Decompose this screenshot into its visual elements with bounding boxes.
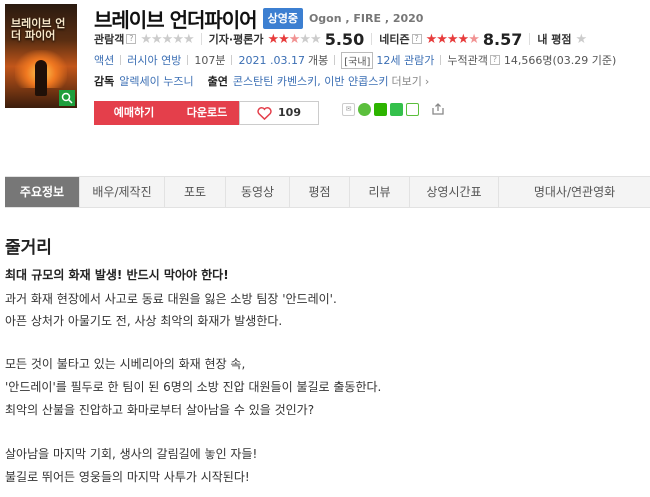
audience-rating-label: 관람객: [94, 33, 125, 46]
help-icon[interactable]: ?: [411, 34, 422, 44]
grade-link[interactable]: 12세 관람가: [376, 52, 434, 68]
poster-figure-art: [35, 60, 47, 96]
naver-share-icon[interactable]: [374, 102, 387, 116]
status-badge: 상영중: [262, 7, 303, 29]
zoom-icon[interactable]: [59, 90, 75, 106]
plot-line: 최악의 산불을 진압하고 화마로부터 살아남을 수 있을 것인가?: [5, 403, 315, 417]
tab-quotes-related[interactable]: 명대사/연관영화: [499, 177, 650, 207]
help-icon[interactable]: ?: [126, 34, 137, 44]
my-rating-label: 내 평점: [537, 33, 572, 46]
plot-heading: 줄거리: [5, 238, 52, 258]
audience-stars: ★★★★★: [140, 31, 194, 47]
cast-label: 출연: [207, 75, 228, 88]
tab-main-info[interactable]: 주요정보: [5, 177, 80, 207]
genre-link[interactable]: 액션: [94, 52, 114, 68]
tab-review[interactable]: 리뷰: [350, 177, 410, 207]
rating-row: 관람객 ? ★★★★★ 기자·평론가 ★★★★★ 5.50 네티즌 ? ★★★★…: [94, 29, 588, 49]
reserve-button[interactable]: 예매하기: [94, 101, 174, 125]
plot-line: 살아남을 마지막 기회, 생사의 갈림길에 놓인 자들!: [5, 447, 258, 461]
movie-title[interactable]: 브레이브 언더파이어: [94, 4, 258, 33]
tab-video[interactable]: 동영상: [226, 177, 290, 207]
netizen-score: 8.57: [482, 29, 523, 49]
tab-bar: 주요정보 배우/제작진 포토 동영상 평점 리뷰 상영시간표 명대사/연관영화: [5, 176, 650, 208]
poster-title: 브레이브 언더 파이어: [11, 17, 66, 42]
director-link[interactable]: 알렉세이 누즈니: [119, 73, 193, 89]
plot-line: 모든 것이 불타고 있는 시베리아의 화재 현장 속,: [5, 357, 246, 371]
band-share-icon[interactable]: [390, 102, 403, 116]
grade-prefix: [국내]: [341, 51, 374, 69]
movie-poster[interactable]: 브레이브 언더 파이어: [5, 4, 77, 108]
my-rating-stars[interactable]: ★: [576, 32, 588, 47]
cumulative-value: 14,566명(03.29 기준): [503, 54, 617, 67]
more-cast-link[interactable]: 더보기: [392, 73, 422, 89]
plot-line: 아픈 상처가 아물기도 전, 사상 최악의 화재가 발생한다.: [5, 314, 283, 328]
title-row: 브레이브 언더파이어 상영중 Ogon , FIRE , 2020: [94, 4, 424, 33]
download-button[interactable]: 다운로드: [167, 101, 247, 125]
blog-share-icon[interactable]: [406, 102, 419, 116]
chevron-right-icon: ›: [424, 74, 430, 88]
movie-subtitle: Ogon , FIRE , 2020: [308, 11, 424, 25]
like-button[interactable]: 109: [239, 101, 319, 125]
sms-share-icon[interactable]: ✉: [342, 102, 355, 116]
plot-line: 불길로 뛰어든 영웅들의 마지막 사투가 시작된다!: [5, 470, 250, 484]
plot-lead: 최대 규모의 화재 발생! 반드시 막아야 한다!: [5, 268, 229, 282]
runtime: 107분: [194, 54, 226, 67]
share-icons: ✉: [342, 102, 445, 116]
critic-rating-label: 기자·평론가: [208, 33, 264, 46]
plot-line: 과거 화재 현장에서 사고로 동료 대원을 잃은 소방 팀장 '안드레이'.: [5, 292, 337, 306]
cumulative-label: 누적관객: [447, 54, 488, 67]
credits-row: 감독 알렉세이 누즈니 출연 콘스탄틴 카벤스키, 이반 얀콥스키 더보기 ›: [94, 73, 429, 89]
release-date-link[interactable]: 2021 .03.17: [238, 54, 304, 67]
tab-cast-crew[interactable]: 배우/제작진: [80, 177, 165, 207]
release-suffix: 개봉: [307, 54, 329, 67]
line-share-icon[interactable]: [358, 102, 371, 116]
help-icon[interactable]: ?: [489, 55, 500, 65]
critic-stars: ★★★★★: [267, 31, 321, 47]
heart-icon: [257, 106, 272, 120]
share-icon[interactable]: [431, 102, 445, 116]
like-count: 109: [278, 106, 301, 119]
director-label: 감독: [94, 75, 115, 88]
tab-showtimes[interactable]: 상영시간표: [410, 177, 499, 207]
tab-photo[interactable]: 포토: [165, 177, 226, 207]
cast-link[interactable]: 콘스탄틴 카벤스키, 이반 얀콥스키: [233, 73, 389, 89]
movie-info-row: 액션 러시아 연방 107분 2021 .03.17 개봉 [국내] 12세 관…: [94, 51, 617, 69]
country-link[interactable]: 러시아 연방: [127, 52, 181, 68]
critic-score: 5.50: [324, 29, 365, 49]
tab-rating[interactable]: 평점: [290, 177, 350, 207]
plot-line: '안드레이'를 필두로 한 팀이 된 6명의 소방 진압 대원들이 불길로 출동…: [5, 380, 382, 394]
netizen-stars: ★★★★★: [425, 31, 480, 47]
netizen-rating-label: 네티즌: [379, 33, 410, 46]
